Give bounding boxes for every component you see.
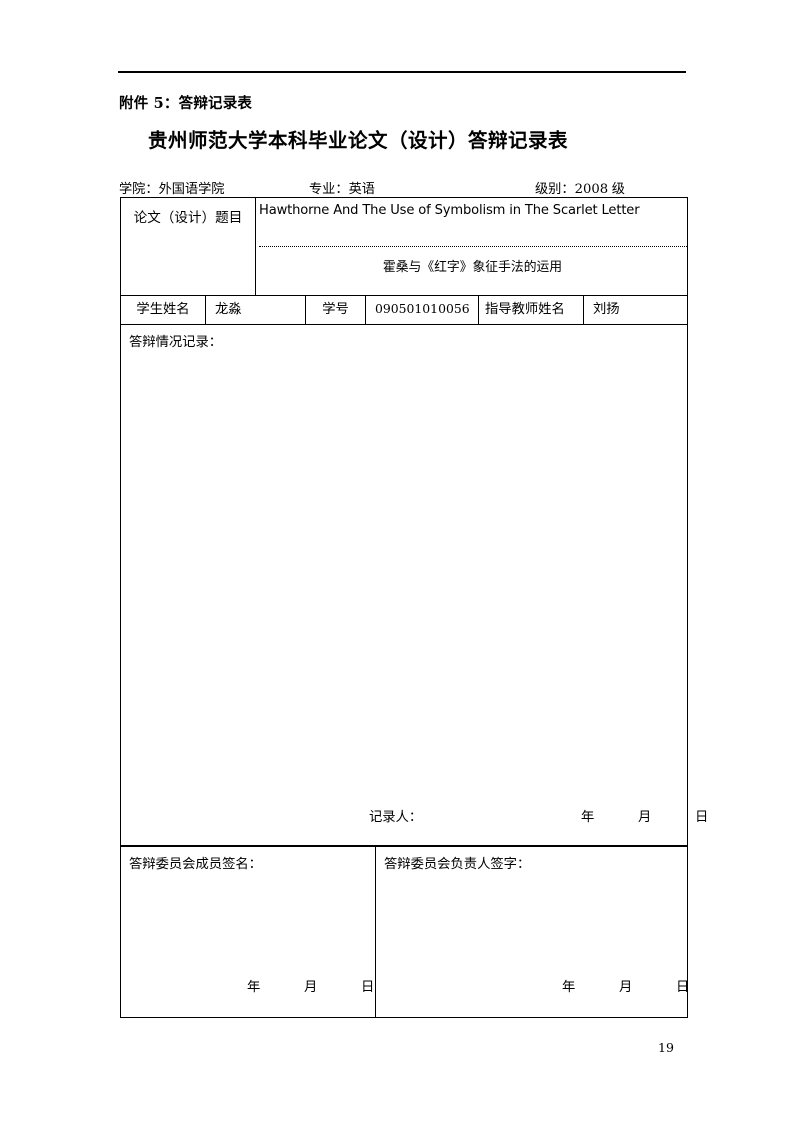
student-id-label: 学号 bbox=[306, 296, 366, 324]
student-info-row: 学生姓名 龙淼 学号 090501010056 指导教师姓名 刘扬 bbox=[120, 296, 688, 325]
document-page: 附件 5：答辩记录表 贵州师范大学本科毕业论文（设计）答辩记录表 学院：外国语学… bbox=[0, 0, 794, 1123]
recorder-label: 记录人： bbox=[369, 809, 423, 824]
meta-major: 专业：英语 bbox=[309, 178, 375, 197]
header-divider-rule bbox=[118, 71, 686, 73]
meta-grade-value: 2008 bbox=[574, 182, 609, 197]
recorder-date-line: 年 月 日 bbox=[581, 809, 729, 824]
thesis-title-cell: Hawthorne And The Use of Symbolism in Th… bbox=[256, 198, 687, 295]
thesis-title-label: 论文（设计）题目 bbox=[121, 198, 256, 295]
recorder-signature-line: 记录人： 年 月 日 bbox=[121, 806, 708, 826]
student-name-label: 学生姓名 bbox=[121, 296, 206, 324]
meta-info-line: 学院：外国语学院 专业：英语 级别：2008 级 bbox=[119, 178, 689, 197]
advisor-name-label: 指导教师姓名 bbox=[479, 296, 584, 324]
thesis-title-dotted-separator bbox=[259, 246, 687, 247]
committee-members-label: 答辩委员会成员签名： bbox=[129, 856, 262, 871]
thesis-title-row: 论文（设计）题目 Hawthorne And The Use of Symbol… bbox=[120, 197, 688, 296]
committee-head-label: 答辩委员会负责人签字： bbox=[384, 856, 531, 871]
meta-major-label: 专业： bbox=[309, 181, 349, 196]
meta-major-value: 英语 bbox=[348, 181, 375, 196]
defence-record-label: 答辩情况记录： bbox=[129, 334, 223, 349]
meta-college: 学院：外国语学院 bbox=[119, 178, 225, 197]
thesis-title-chinese: 霍桑与《红字》象征手法的运用 bbox=[382, 259, 563, 274]
meta-grade-suffix: 级 bbox=[611, 181, 625, 196]
committee-members-cell: 答辩委员会成员签名： 年 月 日 bbox=[121, 847, 376, 1017]
student-name-value: 龙淼 bbox=[206, 296, 306, 324]
page-title: 贵州师范大学本科毕业论文（设计）答辩记录表 bbox=[148, 129, 569, 152]
attachment-label: 附件 5：答辩记录表 bbox=[119, 95, 253, 112]
student-id-value: 090501010056 bbox=[366, 296, 479, 324]
meta-college-label: 学院： bbox=[119, 181, 159, 196]
page-number: 19 bbox=[658, 1040, 674, 1055]
meta-grade: 级别：2008 级 bbox=[535, 178, 625, 197]
signature-area: 答辩委员会成员签名： 年 月 日 答辩委员会负责人签字： 年 月 日 bbox=[120, 846, 689, 1018]
meta-college-value: 外国语学院 bbox=[158, 181, 225, 196]
committee-head-cell: 答辩委员会负责人签字： 年 月 日 bbox=[376, 847, 689, 1017]
thesis-title-english: Hawthorne And The Use of Symbolism in Th… bbox=[259, 203, 640, 218]
committee-head-date-line: 年 月 日 bbox=[562, 979, 710, 994]
defence-record-area: 答辩情况记录： 记录人： 年 月 日 bbox=[120, 325, 708, 846]
meta-grade-label: 级别： bbox=[535, 181, 575, 196]
advisor-name-value: 刘扬 bbox=[593, 301, 620, 316]
committee-members-date-line: 年 月 日 bbox=[247, 979, 395, 994]
